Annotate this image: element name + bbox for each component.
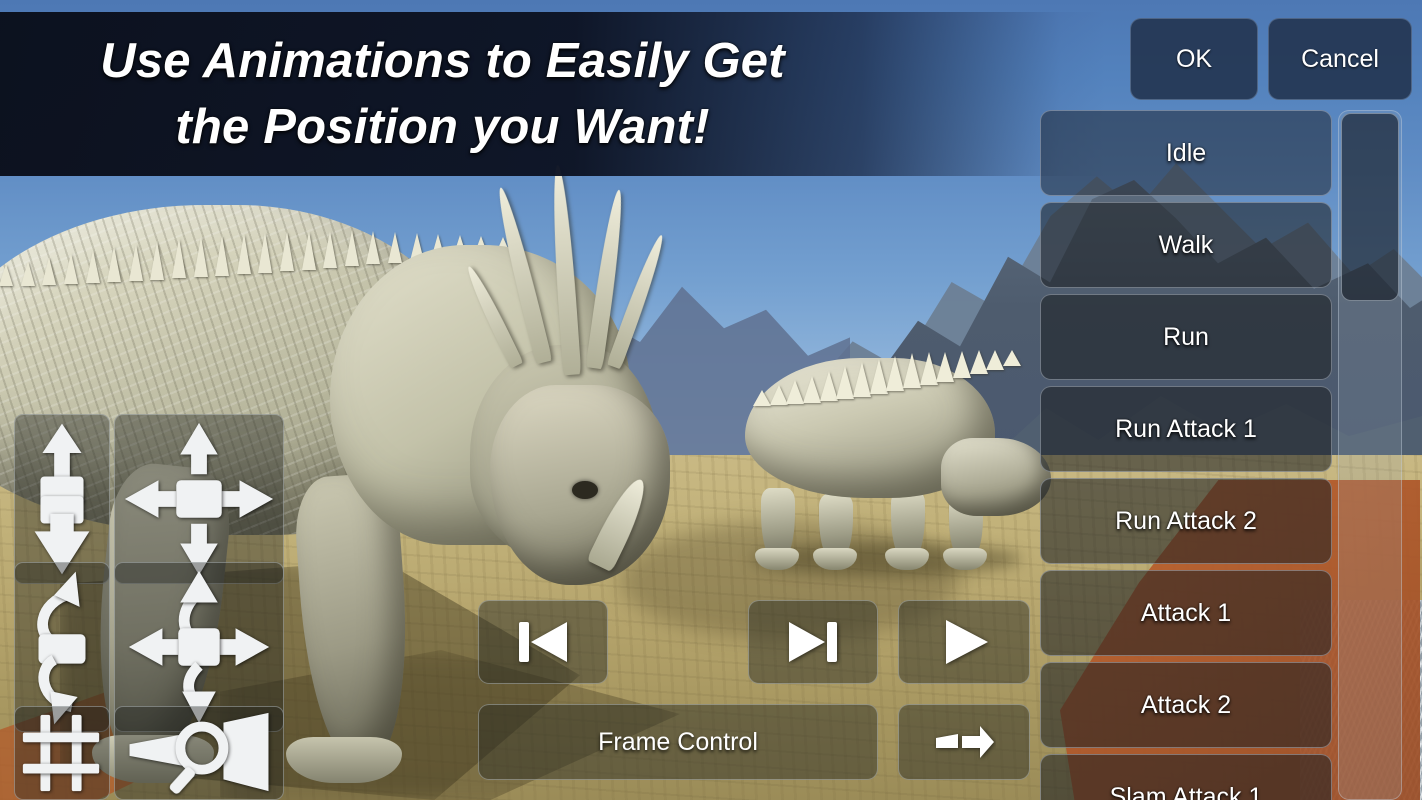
animation-item-label: Run Attack 1 (1115, 414, 1257, 443)
animation-editor-screen: Use Animations to Easily Get the Positio… (0, 0, 1422, 800)
promo-banner: Use Animations to Easily Get the Positio… (0, 12, 1105, 176)
frame-control-button[interactable]: Frame Control (478, 704, 878, 780)
ok-button[interactable]: OK (1130, 18, 1258, 100)
animation-list-item[interactable]: Run Attack 2 (1040, 478, 1332, 564)
camera-zoom-button[interactable] (114, 706, 284, 800)
move-up-down-icon (34, 423, 90, 575)
banner-line-1: Use Animations to Easily Get (100, 34, 785, 88)
animation-item-label: Attack 1 (1140, 598, 1232, 627)
animation-list-item[interactable]: Idle (1040, 110, 1332, 196)
step-forward-button[interactable] (898, 704, 1030, 780)
move-vertical-button[interactable] (14, 414, 110, 584)
dino1-eye (572, 481, 598, 499)
animation-item-label: Run (1163, 322, 1209, 351)
step-forward-arrow-icon (936, 726, 994, 758)
animation-list-item[interactable]: Walk (1040, 202, 1332, 288)
dino2-head (941, 438, 1051, 516)
skip-to-start-icon (519, 622, 567, 662)
animation-item-label: Walk (1158, 230, 1214, 259)
cancel-button[interactable]: Cancel (1268, 18, 1412, 100)
play-button[interactable] (898, 600, 1030, 684)
animation-list-item[interactable]: Attack 2 (1040, 662, 1332, 748)
magnifier-frustum-icon (129, 712, 269, 794)
animation-list-item[interactable]: Run (1040, 294, 1332, 380)
animation-list-item[interactable]: Slam Attack 1 (1040, 754, 1332, 800)
grid-icon (22, 714, 100, 792)
animation-item-label: Slam Attack 1 (1109, 782, 1263, 800)
play-icon (946, 620, 988, 664)
animation-item-label: Idle (1165, 138, 1207, 167)
banner-line-2: the Position you Want! (175, 100, 710, 154)
dino2-armor-spikes (749, 346, 1021, 406)
animation-list-item[interactable]: Run Attack 1 (1040, 386, 1332, 472)
move-planar-button[interactable] (114, 414, 284, 584)
skip-to-end-button[interactable] (748, 600, 878, 684)
animation-item-label: Run Attack 2 (1115, 506, 1257, 535)
animation-list-scrollbar-thumb[interactable] (1341, 113, 1399, 301)
dino1-hind-foot (286, 737, 402, 783)
dinosaur-ankylosaurus[interactable] (745, 330, 1065, 576)
skip-to-end-icon (789, 622, 837, 662)
animation-list-item[interactable]: Attack 1 (1040, 570, 1332, 656)
frame-control-label: Frame Control (598, 727, 758, 756)
skip-to-start-button[interactable] (478, 600, 608, 684)
grid-toggle-button[interactable] (14, 706, 110, 800)
animation-list[interactable]: Idle Walk Run Run Attack 1 Run Attack 2 … (1040, 110, 1332, 800)
move-four-way-icon (124, 422, 274, 576)
animation-item-label: Attack 2 (1140, 690, 1232, 719)
